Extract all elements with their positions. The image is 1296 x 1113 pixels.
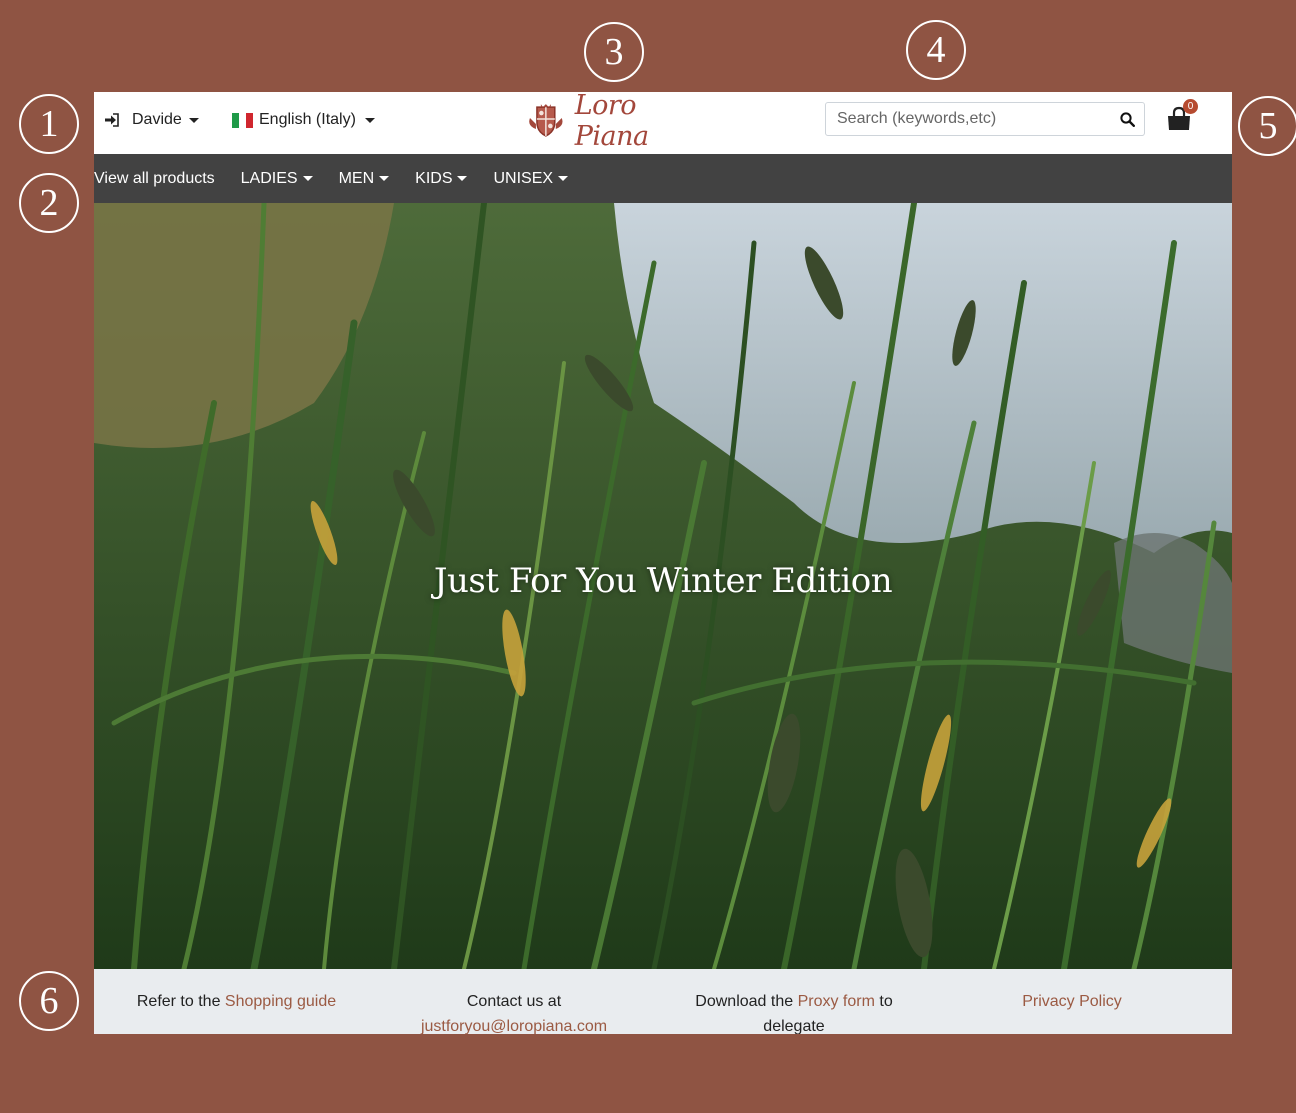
- nav-kids[interactable]: KIDS: [415, 169, 468, 188]
- chevron-down-icon: [457, 176, 468, 181]
- footer-proxy-prefix: Download the: [695, 993, 794, 1010]
- callout-2: 2: [19, 173, 79, 233]
- nav-label: View all products: [94, 169, 215, 187]
- shopping-guide-link[interactable]: Shopping guide: [225, 993, 336, 1010]
- hero-title: Just For You Winter Edition: [433, 561, 893, 601]
- proxy-form-link[interactable]: Proxy form: [798, 993, 875, 1010]
- footer-contact-prefix: Contact us at: [466, 993, 562, 1010]
- footer-privacy: Privacy Policy: [1014, 989, 1130, 1014]
- cart-count-badge: 0: [1183, 99, 1198, 114]
- chevron-down-icon: [188, 117, 199, 123]
- nav-label: LADIES: [240, 169, 298, 187]
- footer-contact: Contact us at justforyou@loropiana.com: [404, 989, 624, 1034]
- brand-name: Loro Piana: [574, 92, 649, 152]
- nav-label: MEN: [338, 169, 375, 187]
- nav-men[interactable]: MEN: [339, 170, 390, 188]
- cart-button[interactable]: 0: [1166, 99, 1198, 132]
- nav-ladies[interactable]: LADIES: [241, 170, 313, 188]
- search-button[interactable]: [1110, 103, 1144, 135]
- italy-flag-icon: [232, 112, 253, 128]
- chevron-down-icon: [364, 117, 375, 123]
- chevron-down-icon: [302, 176, 313, 181]
- language-label: English (Italy): [259, 111, 356, 128]
- brand-logo[interactable]: Loro Piana: [527, 92, 717, 152]
- footer-proxy-line2: delegate: [763, 1018, 825, 1034]
- login-icon: [105, 113, 119, 127]
- callout-1: 1: [19, 94, 79, 154]
- privacy-policy-link[interactable]: Privacy Policy: [1022, 993, 1122, 1010]
- search-input[interactable]: [826, 104, 1110, 134]
- nav-label: UNISEX: [493, 169, 554, 187]
- footer-proxy: Download the Proxy form to delegate: [684, 989, 904, 1034]
- callout-3: 3: [584, 22, 644, 82]
- site-footer: Refer to the Shopping guide Contact us a…: [94, 969, 1232, 1034]
- nav-label: KIDS: [415, 169, 453, 187]
- footer-shopping-prefix: Refer to the: [136, 993, 221, 1010]
- hero-banner[interactable]: Just For You Winter Edition: [94, 203, 1232, 969]
- callout-4: 4: [906, 20, 966, 80]
- search-box: [825, 102, 1145, 136]
- user-menu[interactable]: Davide: [104, 111, 199, 129]
- chevron-down-icon: [379, 176, 390, 181]
- category-nav: View all products LADIES MEN KIDS UNISEX: [94, 154, 1232, 203]
- nav-unisex[interactable]: UNISEX: [493, 169, 569, 188]
- user-name: Davide: [132, 111, 182, 128]
- contact-email-link[interactable]: justforyou@loropiana.com: [404, 1014, 624, 1034]
- website-screenshot: Davide English (Italy) Loro Piana Search…: [94, 92, 1232, 1034]
- loro-piana-crest-icon: [529, 104, 563, 137]
- callout-6: 6: [19, 971, 79, 1031]
- search-icon: [1119, 111, 1135, 127]
- chevron-down-icon: [558, 176, 569, 181]
- footer-shopping-guide: Refer to the Shopping guide: [134, 989, 339, 1014]
- callout-5: 5: [1238, 96, 1296, 156]
- top-bar: Davide English (Italy) Loro Piana Search…: [94, 92, 1232, 154]
- language-selector[interactable]: English (Italy): [232, 111, 375, 129]
- footer-proxy-suffix: to: [879, 993, 893, 1010]
- nav-view-all-products[interactable]: View all products: [94, 170, 215, 188]
